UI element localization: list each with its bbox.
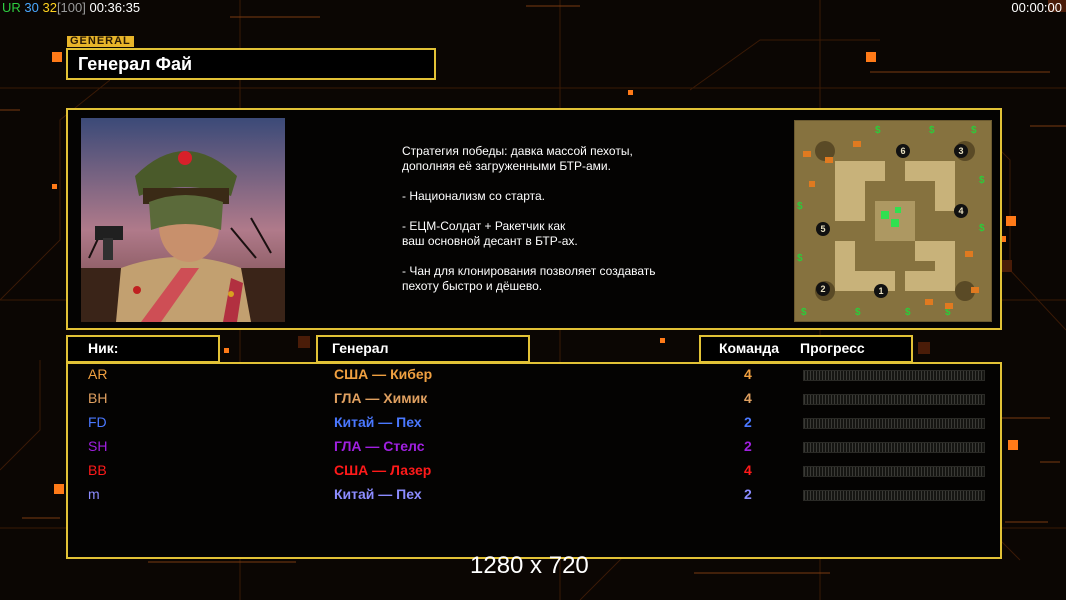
player-progress-bar xyxy=(803,418,985,429)
player-row: BB США — Лазер 4 xyxy=(68,460,1000,484)
player-team: 2 xyxy=(744,414,752,430)
player-row: m Китай — Пех 2 xyxy=(68,484,1000,508)
player-general: ГЛА — Химик xyxy=(334,390,428,406)
player-nick: BH xyxy=(88,390,108,406)
svg-text:$: $ xyxy=(855,307,861,318)
hud-stats: UR 30 32[100] 00:36:35 xyxy=(2,0,140,15)
svg-text:$: $ xyxy=(875,125,881,136)
player-row: FD Китай — Пех 2 xyxy=(68,412,1000,436)
description-line-0: Стратегия победы: давка массой пехоты, д… xyxy=(402,144,633,173)
player-row: BH ГЛА — Химик 4 xyxy=(68,388,1000,412)
portrait-image xyxy=(81,118,285,322)
general-info-panel: Стратегия победы: давка массой пехоты, д… xyxy=(66,108,1002,330)
svg-text:$: $ xyxy=(797,201,803,212)
general-title: Генерал Фай xyxy=(78,54,193,74)
header-nick-box: Ник: xyxy=(66,335,220,363)
header-progress: Прогресс xyxy=(800,340,865,356)
general-tag: GENERAL xyxy=(67,36,134,47)
svg-text:$: $ xyxy=(971,125,977,136)
player-team: 4 xyxy=(744,366,752,382)
minimap-slot-2: 2 xyxy=(820,284,825,294)
player-general: Китай — Пех xyxy=(334,414,422,430)
hud-stat-3: [100] xyxy=(56,0,86,15)
minimap-slot-3: 3 xyxy=(958,146,963,156)
player-nick: BB xyxy=(88,462,107,478)
svg-text:$: $ xyxy=(801,307,807,318)
header-general: Генерал xyxy=(332,340,389,356)
hud-clock: 00:36:35 xyxy=(85,0,141,15)
player-nick: SH xyxy=(88,438,108,454)
header-nick: Ник: xyxy=(88,340,119,356)
minimap: $ $ $ $ $ $ $ $ $ $ $ 6 3 4 5 2 1 xyxy=(794,120,992,322)
svg-text:$: $ xyxy=(929,125,935,136)
svg-text:$: $ xyxy=(979,223,985,234)
player-progress-bar xyxy=(803,466,985,477)
player-nick: FD xyxy=(88,414,107,430)
general-portrait xyxy=(81,118,285,322)
player-nick: m xyxy=(88,486,100,502)
svg-text:$: $ xyxy=(905,307,911,318)
hud-stat-1: 30 xyxy=(20,0,39,15)
player-progress-bar xyxy=(803,442,985,453)
hud-stat-2: 32 xyxy=(38,0,57,15)
player-team: 2 xyxy=(744,486,752,502)
player-general: США — Кибер xyxy=(334,366,433,382)
player-progress-bar xyxy=(803,490,985,501)
minimap-slot-6: 6 xyxy=(900,146,905,156)
player-progress-bar xyxy=(803,370,985,381)
player-team: 2 xyxy=(744,438,752,454)
description-line-3: - Чан для клонирования позволяет создава… xyxy=(402,264,656,293)
header-team: Команда xyxy=(719,340,779,356)
player-row: SH ГЛА — Стелс 2 xyxy=(68,436,1000,460)
minimap-slot-1: 1 xyxy=(878,286,883,296)
hud-stat-0: UR xyxy=(2,0,21,15)
description-line-2: - ЕЦМ-Солдат + Ракетчик как ваш основной… xyxy=(402,219,578,248)
player-general: Китай — Пех xyxy=(334,486,422,502)
players-table: AR США — Кибер 4 BH ГЛА — Химик 4 FD Кит… xyxy=(66,362,1002,559)
player-team: 4 xyxy=(744,462,752,478)
player-general: ГЛА — Стелс xyxy=(334,438,425,454)
resolution-label: 1280 x 720 xyxy=(470,552,589,579)
player-nick: AR xyxy=(88,366,108,382)
minimap-slot-4: 4 xyxy=(958,206,963,216)
general-description: Стратегия победы: давка массой пехоты, д… xyxy=(402,144,732,309)
minimap-slot-5: 5 xyxy=(820,224,825,234)
header-general-box: Генерал xyxy=(316,335,530,363)
header-team-progress-box: Команда Прогресс xyxy=(699,335,913,363)
player-general: США — Лазер xyxy=(334,462,432,478)
hud-timer: 00:00:00 xyxy=(1011,0,1062,15)
svg-text:$: $ xyxy=(979,175,985,186)
player-progress-bar xyxy=(803,394,985,405)
svg-text:$: $ xyxy=(797,253,803,264)
player-row: AR США — Кибер 4 xyxy=(68,364,1000,388)
title-box: Генерал Фай xyxy=(66,48,436,80)
player-team: 4 xyxy=(744,390,752,406)
description-line-1: - Национализм со старта. xyxy=(402,189,545,203)
